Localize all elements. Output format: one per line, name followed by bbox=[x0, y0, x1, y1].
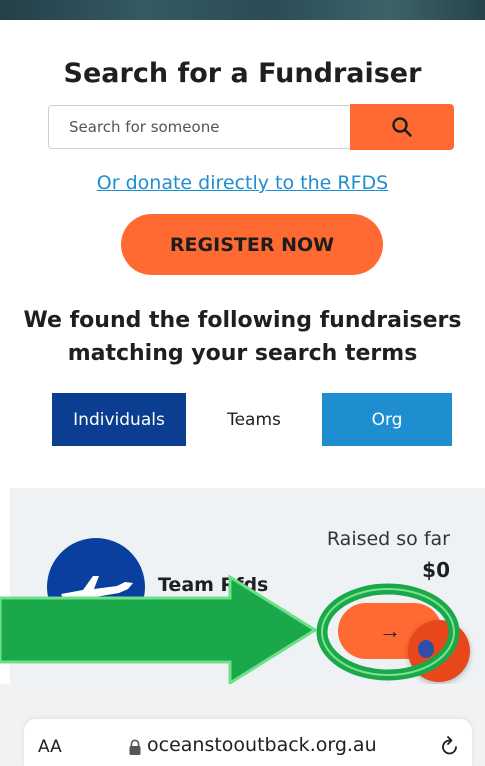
donate-link[interactable]: Or donate directly to the RFDS bbox=[0, 172, 485, 194]
results-heading-line1: We found the following fundraisers bbox=[23, 308, 462, 333]
search-icon bbox=[392, 117, 412, 137]
plane-icon bbox=[61, 576, 133, 610]
team-name[interactable]: Team Rfds bbox=[158, 574, 268, 596]
reload-icon[interactable] bbox=[440, 735, 460, 757]
chat-icon bbox=[418, 640, 434, 658]
chat-fab[interactable] bbox=[408, 620, 470, 682]
arrow-right-icon: → bbox=[379, 618, 401, 643]
tab-org[interactable]: Org bbox=[322, 393, 452, 446]
browser-toolbar: AA oceanstooutback.org.au bbox=[0, 684, 485, 766]
search-input[interactable] bbox=[48, 105, 350, 149]
register-now-button[interactable]: REGISTER NOW bbox=[121, 214, 383, 275]
hero-image-strip bbox=[0, 0, 485, 20]
raised-amount: $0 bbox=[422, 558, 450, 582]
results-heading: We found the following fundraisers match… bbox=[0, 304, 485, 370]
raised-label: Raised so far bbox=[326, 528, 450, 550]
text-size-button[interactable]: AA bbox=[38, 737, 62, 757]
team-avatar bbox=[47, 538, 145, 636]
tab-individuals[interactable]: Individuals bbox=[52, 393, 186, 446]
filter-tabs: Individuals Teams Org bbox=[52, 393, 452, 446]
results-heading-line2: matching your search terms bbox=[67, 341, 418, 366]
url-text[interactable]: oceanstooutback.org.au bbox=[147, 734, 377, 756]
search-button[interactable] bbox=[350, 104, 454, 150]
tab-teams[interactable]: Teams bbox=[186, 393, 322, 446]
lock-icon bbox=[129, 739, 141, 755]
page-title: Search for a Fundraiser bbox=[63, 58, 422, 89]
search-box bbox=[48, 104, 454, 151]
